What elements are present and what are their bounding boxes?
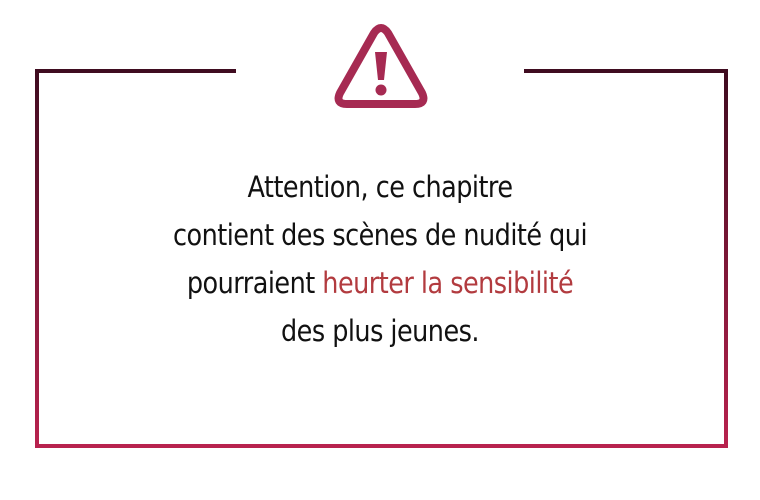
message-line-1: Attention, ce chapitre — [247, 170, 513, 204]
message-line-3-start: pourraient — [186, 266, 323, 300]
warning-card: Attention, ce chapitre contient des scèn… — [0, 0, 760, 500]
message-line-3: pourraient heurter la sensibilité — [98, 259, 661, 307]
message-line-4: des plus jeunes. — [281, 314, 480, 348]
message-line-2: contient des scènes de nudité qui — [172, 218, 588, 252]
exclamation-mark-icon — [375, 52, 387, 80]
warning-icon — [334, 24, 428, 108]
warning-message: Attention, ce chapitre contient des scèn… — [98, 163, 661, 355]
sensitivity-highlight: heurter la sensibilité — [322, 266, 574, 300]
